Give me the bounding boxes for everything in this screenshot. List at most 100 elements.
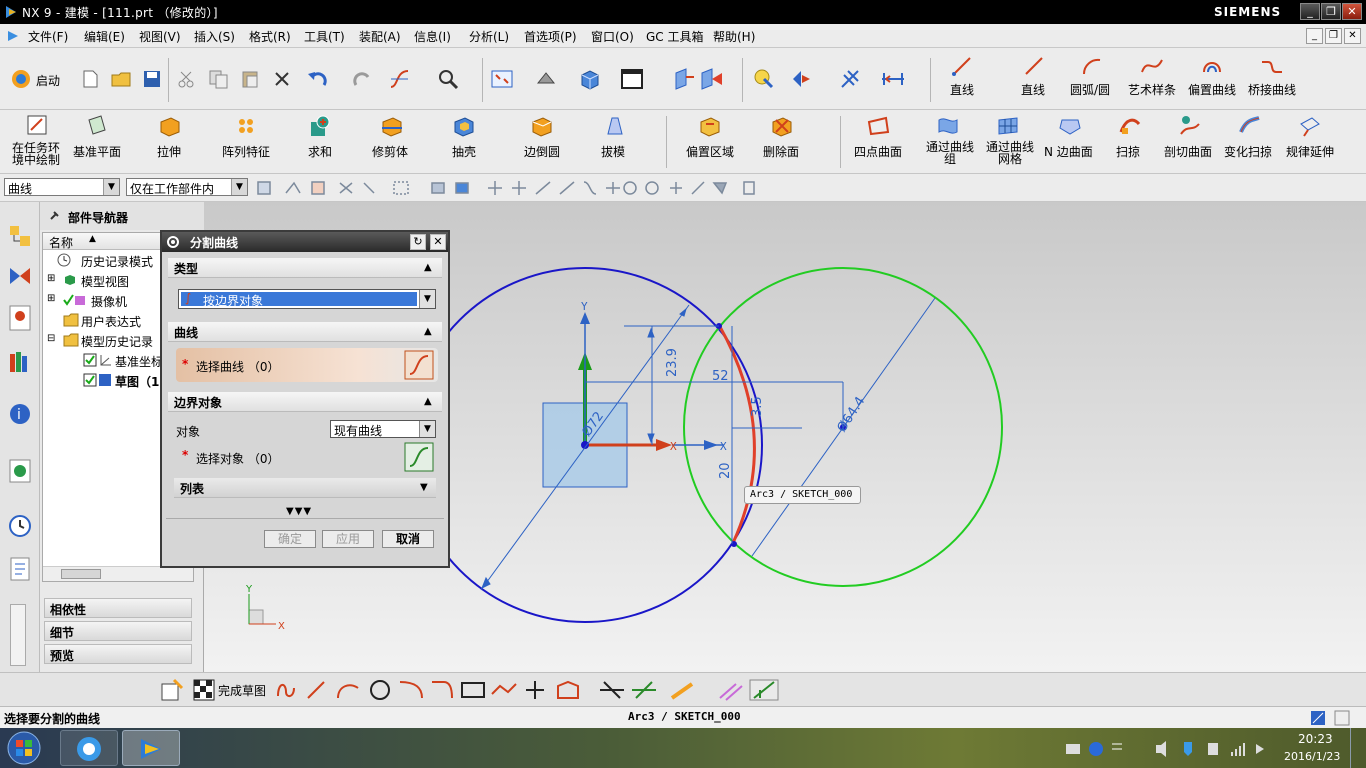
four-point-surface-label[interactable]: 四点曲面 xyxy=(854,143,902,160)
measure-icon[interactable] xyxy=(880,67,906,91)
chevron-down-icon[interactable]: ▼ xyxy=(420,482,428,493)
gear-icon[interactable] xyxy=(166,235,180,249)
menu-analysis[interactable]: 分析(L) xyxy=(469,28,509,45)
tree-item-user-expressions[interactable]: 用户表达式 xyxy=(81,313,141,330)
taskbar-app-browser[interactable] xyxy=(60,730,118,766)
unite-label[interactable]: 求和 xyxy=(308,143,332,160)
law-extension-label[interactable]: 规律延伸 xyxy=(1286,143,1334,160)
restore-button[interactable]: ❐ xyxy=(1321,3,1341,20)
edge-blend-label[interactable]: 边倒圆 xyxy=(524,143,560,160)
resource-bar-scrollbar[interactable] xyxy=(10,604,26,666)
variational-sweep-icon[interactable] xyxy=(1238,114,1262,138)
menu-file[interactable]: 文件(F) xyxy=(28,28,68,45)
collapse-icon[interactable]: ⊟ xyxy=(47,333,55,344)
reset-icon[interactable]: ↻ xyxy=(410,234,426,250)
expand-icon[interactable]: ⊞ xyxy=(47,273,55,284)
offset-curve-icon[interactable] xyxy=(1200,54,1224,78)
curve-section-header[interactable]: 曲线 xyxy=(168,322,442,342)
copy-icon[interactable] xyxy=(208,69,230,89)
close-button[interactable]: ✕ xyxy=(1342,3,1362,20)
scrollbar-thumb[interactable] xyxy=(61,569,101,579)
offset-curve-button-label[interactable]: 偏置曲线 xyxy=(1188,81,1236,98)
pattern-feature-icon[interactable] xyxy=(236,114,260,138)
tree-item-model-views[interactable]: 模型视图 xyxy=(81,273,129,290)
menu-view[interactable]: 视图(V) xyxy=(139,28,181,45)
menu-help[interactable]: 帮助(H) xyxy=(713,28,755,45)
tree-item-history-mode[interactable]: 历史记录模式 xyxy=(81,253,153,270)
system-materials-icon[interactable] xyxy=(8,556,32,582)
draft-label[interactable]: 拔模 xyxy=(601,143,625,160)
scope-select[interactable]: 仅在工作部件内 ▼ xyxy=(126,178,248,196)
swept-label[interactable]: 扫掠 xyxy=(1116,143,1140,160)
grid-snap-icon[interactable] xyxy=(838,67,862,91)
delete-icon[interactable] xyxy=(272,69,292,89)
object-selection-icon[interactable] xyxy=(404,442,434,472)
chevron-up-icon[interactable]: ▲ xyxy=(424,396,432,407)
start-icon[interactable] xyxy=(10,68,32,90)
menu-insert[interactable]: 插入(S) xyxy=(194,28,235,45)
background-icon[interactable] xyxy=(620,67,644,91)
snap-point-icon[interactable] xyxy=(752,67,776,91)
delete-face-icon[interactable] xyxy=(770,114,794,138)
cancel-button[interactable]: 取消 xyxy=(382,530,434,548)
offset-region-label[interactable]: 偏置区域 xyxy=(686,143,734,160)
n-sided-surface-label[interactable]: N 边曲面 xyxy=(1044,143,1093,160)
bridge-curve-button-label[interactable]: 桥接曲线 xyxy=(1248,81,1296,98)
details-section[interactable]: 细节 xyxy=(44,621,192,641)
more-options-icon[interactable]: ▼▼▼ xyxy=(286,506,312,517)
finish-sketch-button[interactable]: 完成草图 xyxy=(218,682,266,699)
undo-icon[interactable] xyxy=(306,69,330,89)
clock-time[interactable]: 20:23 xyxy=(1298,732,1333,746)
arc-circle-icon[interactable] xyxy=(1080,54,1104,78)
boundary-section-header[interactable]: 边界对象 xyxy=(168,392,442,412)
system-tray-icons[interactable] xyxy=(1066,740,1276,758)
horizontal-scrollbar[interactable] xyxy=(43,566,193,581)
menu-preferences[interactable]: 首选项(P) xyxy=(524,28,577,45)
unite-icon[interactable] xyxy=(308,114,332,138)
dependencies-section[interactable]: 相依性 xyxy=(44,598,192,618)
draft-icon[interactable] xyxy=(602,114,626,138)
start-button[interactable]: 启动 xyxy=(36,72,60,89)
apply-button[interactable]: 应用 xyxy=(322,530,374,548)
show-desktop-button[interactable] xyxy=(1350,728,1366,768)
section-view-icon[interactable] xyxy=(672,67,696,91)
bridge-curve-icon[interactable] xyxy=(1260,54,1284,78)
snap-tools-strip[interactable] xyxy=(256,179,756,197)
through-curves-icon[interactable] xyxy=(936,114,960,138)
type-filter-select[interactable]: 曲线 ▼ xyxy=(4,178,120,196)
fit-view-icon[interactable] xyxy=(490,67,514,91)
shell-icon[interactable] xyxy=(452,114,476,138)
menu-assembly[interactable]: 装配(A) xyxy=(359,28,401,45)
chevron-up-icon[interactable]: ▲ xyxy=(424,326,432,337)
curve-selection-icon[interactable] xyxy=(404,350,434,380)
variational-sweep-label[interactable]: 变化扫掠 xyxy=(1224,143,1272,160)
tree-item-datum-csys[interactable]: 基准坐标 xyxy=(115,353,163,370)
extrude-label[interactable]: 拉伸 xyxy=(157,143,181,160)
type-section-header[interactable]: 类型 xyxy=(168,258,442,278)
chevron-down-icon[interactable]: ▼ xyxy=(419,421,435,437)
tree-item-model-history[interactable]: 模型历史记录 xyxy=(81,333,153,350)
datum-plane-icon[interactable] xyxy=(86,114,108,136)
sketch-curve-icon[interactable] xyxy=(388,67,412,91)
pin-icon[interactable] xyxy=(48,210,60,222)
shell-label[interactable]: 抽壳 xyxy=(452,143,476,160)
minimize-button[interactable]: _ xyxy=(1300,3,1320,20)
taskbar-app-nx[interactable] xyxy=(122,730,180,766)
clock-date[interactable]: 2016/1/23 xyxy=(1284,750,1340,763)
offset-region-icon[interactable] xyxy=(698,114,722,138)
paste-icon[interactable] xyxy=(240,69,262,89)
expand-icon[interactable]: ⊞ xyxy=(47,293,55,304)
find-command-icon[interactable] xyxy=(436,67,460,91)
name-column-header[interactable]: 名称 xyxy=(49,234,73,251)
edge-blend-icon[interactable] xyxy=(530,114,554,138)
save-icon[interactable] xyxy=(142,69,162,89)
sketch-in-task-icon[interactable] xyxy=(26,114,48,136)
object-select[interactable]: 现有曲线 ▼ xyxy=(330,420,436,438)
chevron-down-icon[interactable]: ▼ xyxy=(103,179,119,195)
through-curve-mesh-icon[interactable] xyxy=(996,114,1020,138)
pattern-feature-label[interactable]: 阵列特征 xyxy=(222,143,270,160)
studio-spline-button-label[interactable]: 艺术样条 xyxy=(1128,81,1176,98)
full-screen-icon[interactable] xyxy=(1334,710,1350,726)
datum-plane-label[interactable]: 基准平面 xyxy=(73,143,121,160)
menu-window[interactable]: 窗口(O) xyxy=(591,28,634,45)
